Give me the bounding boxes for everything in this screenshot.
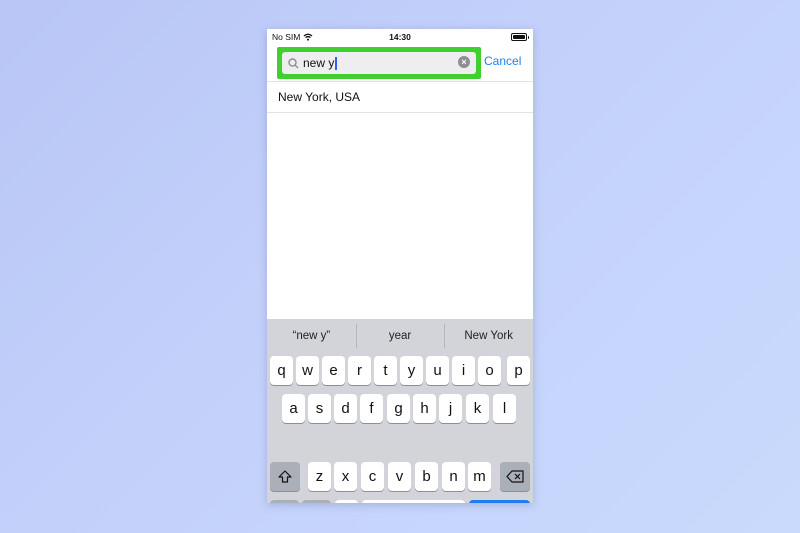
key-g[interactable]: g (387, 394, 410, 423)
emoji-key[interactable] (302, 500, 331, 503)
search-input[interactable]: new y × (282, 52, 476, 74)
list-item[interactable]: New York, USA (267, 82, 533, 113)
search-query: new y (303, 56, 337, 70)
key-n[interactable]: n (442, 462, 465, 491)
key-y[interactable]: y (400, 356, 423, 385)
key-j[interactable]: j (439, 394, 462, 423)
shift-key[interactable] (270, 462, 300, 491)
key-x[interactable]: x (334, 462, 357, 491)
key-r[interactable]: r (348, 356, 371, 385)
delete-key[interactable] (500, 462, 530, 491)
key-d[interactable]: d (334, 394, 357, 423)
search-query-text: new y (303, 56, 335, 70)
key-v[interactable]: v (388, 462, 411, 491)
key-e[interactable]: e (322, 356, 345, 385)
phone-screen: No SIM 14:30 new y × Cancel New York, US… (267, 29, 533, 503)
key-s[interactable]: s (308, 394, 331, 423)
backspace-icon (506, 470, 524, 483)
key-c[interactable]: c (361, 462, 384, 491)
clear-icon[interactable]: × (458, 56, 470, 68)
key-i[interactable]: i (452, 356, 475, 385)
key-q[interactable]: q (270, 356, 293, 385)
search-icon (287, 57, 299, 69)
key-b[interactable]: b (415, 462, 438, 491)
keyboard: “new y” year New York q w e r t y u i o … (267, 319, 533, 503)
battery-icon (511, 33, 529, 41)
cancel-button[interactable]: Cancel (484, 54, 521, 68)
key-p[interactable]: p (507, 356, 530, 385)
suggestion-item[interactable]: New York (444, 324, 533, 348)
key-k[interactable]: k (466, 394, 489, 423)
numbers-key[interactable]: 123 (270, 500, 299, 503)
key-m[interactable]: m (468, 462, 491, 491)
key-o[interactable]: o (478, 356, 501, 385)
key-l[interactable]: l (493, 394, 516, 423)
key-w[interactable]: w (296, 356, 319, 385)
key-t[interactable]: t (374, 356, 397, 385)
dictation-key[interactable] (335, 500, 358, 503)
text-cursor (335, 56, 337, 70)
search-highlight-box: new y × (277, 47, 481, 79)
suggestion-item[interactable]: year (355, 324, 445, 348)
shift-icon (278, 470, 292, 483)
status-bar: No SIM 14:30 (267, 29, 533, 45)
suggestion-item[interactable]: “new y” (267, 330, 356, 342)
key-z[interactable]: z (308, 462, 331, 491)
clock: 14:30 (389, 32, 411, 42)
results-list: New York, USA (267, 81, 533, 113)
suggestion-bar: “new y” year New York (267, 321, 533, 351)
result-label: New York, USA (278, 90, 361, 104)
space-key[interactable]: space (362, 500, 465, 503)
key-h[interactable]: h (413, 394, 436, 423)
key-f[interactable]: f (360, 394, 383, 423)
key-u[interactable]: u (426, 356, 449, 385)
key-a[interactable]: a (282, 394, 305, 423)
search-key[interactable]: search (469, 500, 530, 503)
